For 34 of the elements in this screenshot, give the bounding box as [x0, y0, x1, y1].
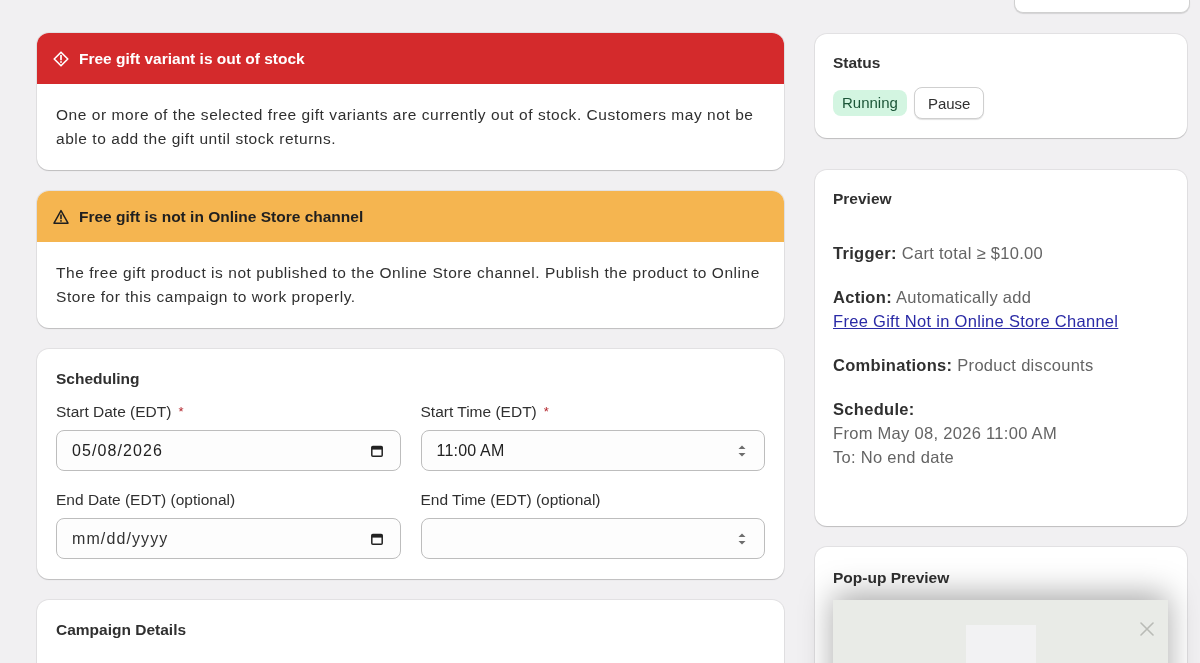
preview-detail: Action: Automatically add Free Gift Not in Online Store Channel [833, 287, 1120, 332]
schedule-label: Schedule: [833, 399, 915, 420]
time-field[interactable]: 11:00 AM [420, 430, 765, 471]
warning-icon [53, 208, 69, 225]
alert-title: Free gift is not in Online Store channel [79, 207, 364, 226]
field-label: End Date (EDT) (optional) [56, 490, 236, 510]
preview-detail: Combinations: Product discounts [833, 355, 1095, 376]
date-field[interactable]: 05/08/2026 [56, 430, 401, 471]
updown-icon[interactable] [737, 531, 747, 546]
product-link[interactable]: Free Gift Not in Online Store Channel [833, 312, 1119, 330]
required-mark: * [543, 403, 549, 421]
field-label: Start Time (EDT) [420, 402, 537, 422]
date-field[interactable]: mm/dd/yyyy [56, 518, 401, 559]
field-label: Start Date (EDT) [56, 402, 172, 422]
card-title: Status [833, 53, 882, 73]
error-icon [53, 50, 69, 67]
status-badge: Running [833, 90, 907, 116]
pause-button[interactable]: Pause [913, 87, 985, 119]
time-field[interactable] [420, 518, 765, 559]
schedule-text: To: No end date [833, 447, 954, 468]
calendar-icon[interactable] [370, 532, 383, 545]
alert-title: Free gift variant is out of stock [79, 49, 305, 68]
calendar-icon[interactable] [370, 444, 383, 457]
preview-detail: Trigger: Cart total ≥ $10.00 [833, 243, 1045, 264]
card-title: Pop-up Preview [833, 568, 951, 588]
updown-icon[interactable] [737, 443, 747, 458]
schedule-text: From May 08, 2026 11:00 AM [833, 423, 1057, 444]
card-title: Preview [833, 189, 893, 209]
alert-message: One or more of the selected free gift variants are currently out of stock. Customers may not be able to add the gift until stock returns. [55, 105, 755, 149]
alert-message: The free gift product is not published to the Online Store channel. Publish the product to Online Store for this campaign to work properly. [55, 263, 761, 307]
card-title: Scheduling [56, 369, 141, 389]
required-mark: * [178, 403, 184, 421]
field-label: End Time (EDT) (optional) [420, 490, 601, 510]
card-title: Campaign Details [56, 620, 188, 640]
